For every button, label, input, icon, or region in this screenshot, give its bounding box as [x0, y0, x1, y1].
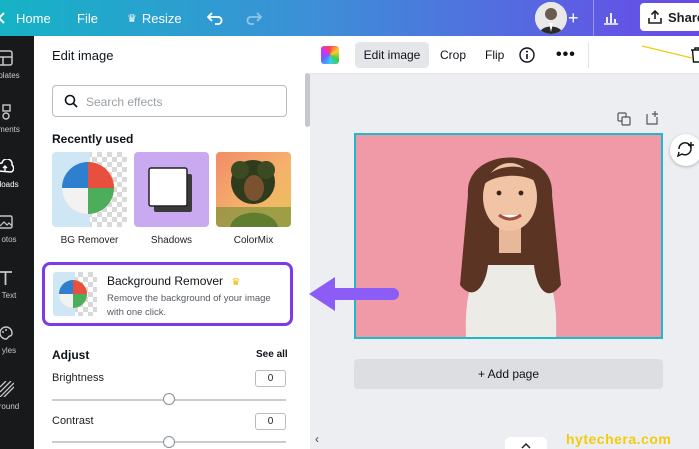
chevron-left-icon[interactable]: ‹	[315, 432, 319, 446]
rail-item-label: plates	[0, 71, 20, 80]
upload-icon	[648, 10, 662, 24]
duplicate-page-icon[interactable]	[617, 112, 631, 131]
crown-icon: ♛	[127, 12, 137, 25]
see-all-link[interactable]: See all	[256, 349, 288, 360]
colormix-thumbnail[interactable]	[216, 152, 291, 227]
templates-icon	[0, 50, 14, 66]
top-bar: Home File ♛ Resize + Share	[0, 0, 699, 36]
search-effects-input[interactable]: Search effects	[52, 85, 287, 117]
resize-label: Resize	[141, 10, 182, 26]
comment-button[interactable]	[670, 134, 699, 166]
flip-button[interactable]: Flip	[485, 42, 504, 68]
pointer-line	[641, 45, 693, 59]
redo-icon[interactable]	[244, 0, 262, 36]
woman-portrait-image	[356, 135, 661, 337]
shadow-square-image	[148, 167, 192, 212]
panel-title: Edit image	[52, 48, 114, 63]
background-remover-card[interactable]: Background Remover ♛ Remove the backgrou…	[42, 262, 293, 326]
selected-image[interactable]	[354, 133, 663, 339]
toolbar-divider	[588, 42, 589, 68]
rail-item-photos[interactable]: otos	[0, 214, 34, 264]
adjust-heading: Adjust	[52, 348, 90, 362]
rail-item-templates[interactable]: plates	[0, 50, 34, 100]
contrast-slider-knob[interactable]	[163, 436, 175, 448]
plus-icon[interactable]: +	[568, 0, 579, 36]
avatar[interactable]	[535, 2, 567, 34]
add-page-icon[interactable]	[645, 111, 659, 130]
resize-button[interactable]: ♛ Resize	[127, 0, 182, 36]
rail-item-styles[interactable]: yles	[0, 325, 34, 375]
elements-icon	[0, 104, 14, 120]
rail-item-label: loads	[0, 180, 19, 189]
photos-icon	[0, 214, 14, 230]
rail-item-label: otos	[1, 235, 17, 244]
recent-label: BG Remover	[60, 235, 119, 246]
rail-item-label: round	[0, 402, 20, 411]
bg-remover-card-thumbnail	[53, 272, 97, 316]
rail-item-elements[interactable]: ments	[0, 104, 34, 154]
comment-add-icon	[677, 142, 694, 158]
page-panel-toggle[interactable]	[505, 437, 547, 449]
rail-item-label: ments	[0, 125, 20, 134]
recent-label: ColorMix	[233, 235, 274, 246]
edit-image-button[interactable]: Edit image	[355, 42, 429, 68]
search-icon	[64, 94, 78, 113]
chevron-left-icon[interactable]	[0, 0, 6, 36]
bg-remover-thumbnail[interactable]	[52, 152, 127, 227]
feature-title-text: Background Remover	[107, 274, 224, 288]
styles-icon	[0, 325, 14, 341]
background-icon	[0, 380, 15, 398]
brightness-label: Brightness	[52, 372, 104, 384]
arrow-left-icon	[309, 277, 399, 311]
rail-item-uploads[interactable]: loads	[0, 158, 34, 209]
info-icon[interactable]	[519, 42, 535, 68]
file-menu-button[interactable]: File	[77, 0, 98, 36]
divider	[593, 0, 594, 36]
uploads-icon	[0, 158, 15, 175]
left-rail: plates ments loads otos Text yles round	[0, 36, 34, 449]
bar-chart-icon[interactable]	[603, 0, 619, 36]
rail-item-text[interactable]: Text	[0, 270, 34, 320]
share-label: Share	[668, 9, 699, 25]
recent-label: Shadows	[150, 235, 193, 246]
panel-scrollbar[interactable]	[305, 73, 310, 127]
watermark: hytechera.com	[566, 431, 672, 447]
contrast-value-input[interactable]: 0	[255, 413, 286, 430]
color-picker-icon[interactable]	[321, 46, 339, 64]
home-button[interactable]: Home	[16, 0, 51, 36]
add-page-button[interactable]: + Add page	[354, 359, 663, 389]
contrast-label: Contrast	[52, 415, 94, 427]
rail-item-background[interactable]: round	[0, 380, 34, 431]
search-placeholder: Search effects	[86, 95, 163, 109]
rail-item-label: yles	[1, 346, 17, 355]
crown-icon: ♛	[231, 277, 241, 288]
beach-ball-image	[52, 152, 114, 227]
edit-image-panel: Edit image Search effects Recently used …	[34, 36, 310, 449]
text-icon	[0, 270, 14, 286]
recently-used-heading: Recently used	[52, 132, 134, 146]
portrait-image	[216, 160, 291, 227]
more-options-icon[interactable]: •••	[556, 42, 576, 68]
undo-icon[interactable]	[207, 0, 225, 36]
brightness-slider-knob[interactable]	[163, 393, 175, 405]
chevron-up-icon	[521, 442, 531, 449]
feature-title: Background Remover ♛	[107, 274, 240, 288]
rail-item-label: Text	[1, 291, 17, 300]
shadows-thumbnail[interactable]	[134, 152, 209, 227]
share-button[interactable]: Share	[640, 3, 699, 31]
brightness-value-input[interactable]: 0	[255, 370, 286, 387]
crop-button[interactable]: Crop	[440, 42, 466, 68]
feature-description: Remove the background of your image with…	[107, 293, 271, 318]
